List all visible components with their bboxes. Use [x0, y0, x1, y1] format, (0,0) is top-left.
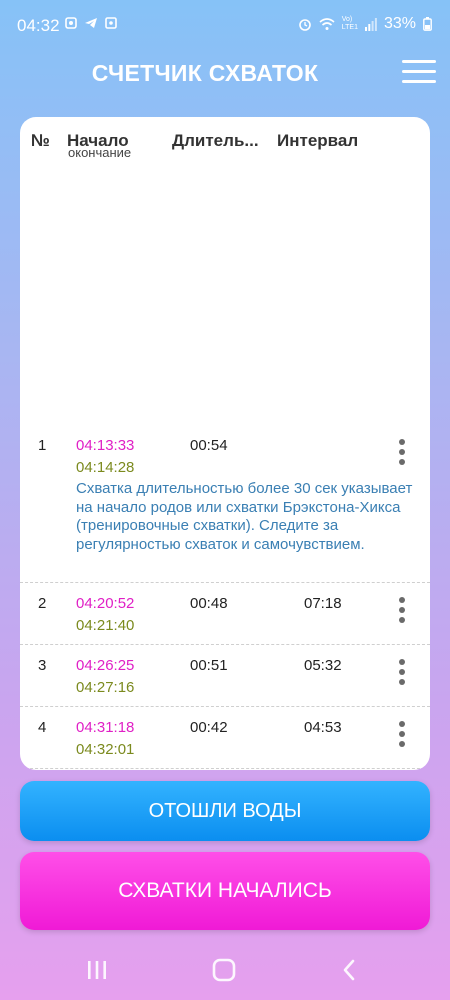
- duration: 00:42: [190, 719, 228, 736]
- duration: 00:51: [190, 657, 228, 674]
- row-more-icon[interactable]: [396, 659, 408, 689]
- row-number: 3: [38, 657, 47, 674]
- back-icon[interactable]: [340, 958, 358, 982]
- row-number: 1: [38, 437, 47, 454]
- app-notification-icon: [105, 17, 117, 29]
- status-system-icons: Vo) LTE1 33%: [298, 15, 432, 33]
- menu-line: [402, 80, 436, 83]
- network-label-bottom: LTE1: [341, 24, 358, 31]
- hamburger-menu-icon[interactable]: [402, 60, 436, 86]
- menu-line: [402, 70, 436, 73]
- column-interval-header: Интервал: [277, 131, 359, 150]
- end-time: 04:27:16: [76, 679, 135, 696]
- duration: 00:48: [190, 595, 228, 612]
- row-note: Схватка длительностью более 30 сек указы…: [76, 480, 413, 553]
- home-icon[interactable]: [211, 958, 237, 982]
- row-more-icon[interactable]: [396, 721, 408, 751]
- alarm-icon: [298, 19, 311, 31]
- start-time: 04:31:18: [76, 719, 135, 736]
- row-number: 2: [38, 595, 47, 612]
- column-number-header: №: [31, 131, 50, 150]
- row-more-icon[interactable]: [396, 597, 408, 627]
- end-time: 04:32:01: [76, 741, 135, 758]
- wifi-icon: [319, 18, 335, 30]
- row-number: 4: [38, 719, 47, 736]
- end-time: 04:21:40: [76, 617, 135, 634]
- system-nav-bar: [0, 950, 450, 1000]
- telegram-icon: [85, 18, 97, 28]
- column-duration-header: Длитель...: [172, 131, 259, 150]
- end-time: 04:14:28: [76, 459, 135, 476]
- interval: 04:53: [304, 719, 342, 736]
- table-row[interactable]: 2 04:20:52 04:21:40 00:48 07:18: [20, 583, 430, 645]
- signal-icon: [364, 18, 377, 31]
- interval: 05:32: [304, 657, 342, 674]
- app-title: СЧЕТЧИК СХВАТОК: [91, 60, 319, 86]
- notification-icon: [65, 17, 77, 29]
- recent-apps-icon[interactable]: [86, 958, 108, 982]
- duration: 00:54: [190, 437, 228, 454]
- status-notification-icons: [64, 16, 118, 30]
- menu-line: [402, 60, 436, 63]
- table-row[interactable]: 1 04:13:33 04:14:28 00:54 Схватка длител…: [20, 425, 430, 583]
- battery-icon: [423, 17, 432, 31]
- start-time: 04:26:25: [76, 657, 135, 674]
- column-end-subheader: окончание: [68, 145, 132, 160]
- battery-percent: 33%: [383, 15, 416, 32]
- network-type-label: Vo) LTE1: [342, 16, 358, 32]
- status-bar: 04:32 Vo) LTE1 33%: [0, 0, 450, 48]
- contractions-started-button[interactable]: СХВАТКИ НАЧАЛИСЬ: [20, 852, 430, 930]
- start-time: 04:13:33: [76, 437, 135, 454]
- network-label-top: Vo): [341, 16, 353, 23]
- interval: 07:18: [304, 595, 342, 612]
- contractions-card: № Начало окончание Длитель... Интервал 1…: [20, 117, 430, 770]
- table-row[interactable]: 3 04:26:25 04:27:16 00:51 05:32: [20, 645, 430, 707]
- table-row[interactable]: 4 04:31:18 04:32:01 00:42 04:53: [20, 707, 430, 769]
- status-time: 04:32: [17, 16, 60, 35]
- waters-broke-button[interactable]: ОТОШЛИ ВОДЫ: [20, 781, 430, 841]
- start-time: 04:20:52: [76, 595, 135, 612]
- row-more-icon[interactable]: [396, 439, 408, 469]
